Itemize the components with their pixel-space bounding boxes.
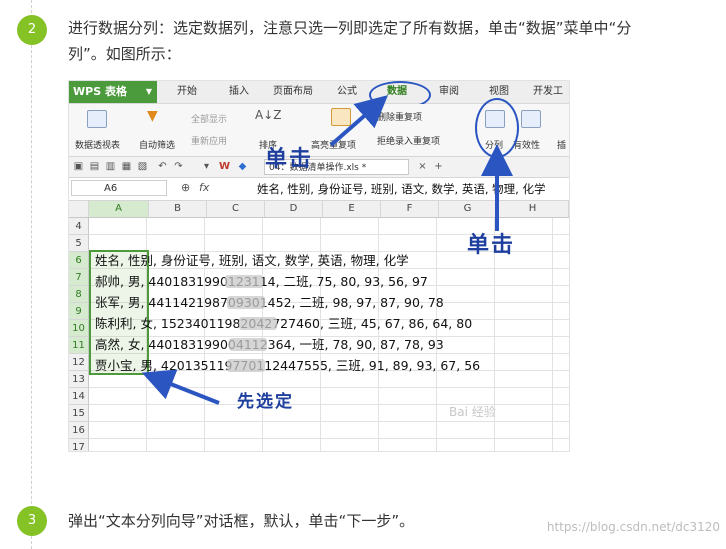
spreadsheet-screenshot: WPS 表格 ▼ 开始 插入 页面布局 公式 数据 审阅 视图 开发工具 数据透… (68, 80, 570, 452)
select-first-annotation: 先选定 (237, 392, 294, 412)
step-2-text: 进行数据分列：选定数据列，注意只选一列即选定了所有数据，单击“数据”菜单中“分 … (68, 15, 631, 67)
step-number-badge: 3 (17, 506, 47, 536)
step-2-line-2: 列”。如图所示： (68, 45, 181, 63)
step-3-text: 弹出“文本分列向导”对话框，默认，单击“下一步”。 (68, 512, 415, 530)
click-annotation-1: 单击 (265, 147, 314, 172)
step-number-badge: 2 (17, 15, 47, 45)
page-watermark: https://blog.csdn.net/dc3120 (546, 520, 720, 534)
baidu-watermark: Bai 经验 (449, 405, 496, 419)
arrow-to-data-tab (329, 95, 389, 147)
step-2-line-1: 进行数据分列：选定数据列，注意只选一列即选定了所有数据，单击“数据”菜单中“分 (68, 19, 632, 37)
click-annotation-2: 单击 (467, 233, 516, 258)
timeline-line (31, 0, 32, 549)
annotation-arrows (141, 95, 513, 405)
arrow-to-selection (141, 369, 220, 405)
